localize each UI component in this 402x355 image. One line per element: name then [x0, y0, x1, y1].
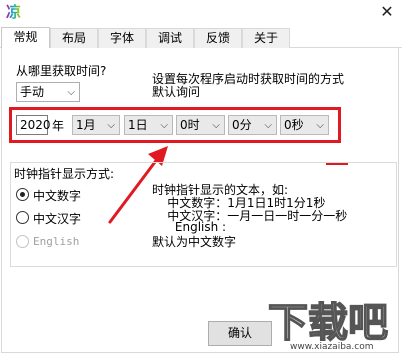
source-label: 从哪里获取时间?	[16, 64, 107, 78]
close-button[interactable]: ✕	[376, 2, 398, 22]
title-bar	[0, 0, 402, 26]
tab-about[interactable]: 关于	[242, 28, 290, 48]
tab-font[interactable]: 字体	[98, 28, 146, 48]
source-select[interactable]: 手动 ⌵	[16, 82, 80, 102]
radio-chinese-characters-label[interactable]: 中文汉字	[33, 210, 81, 227]
app-logo-icon: 凉	[6, 3, 24, 21]
chevron-down-icon: ⌵	[67, 87, 75, 98]
tab-feedback[interactable]: 反馈	[194, 28, 242, 48]
watermark-text: 下载吧	[268, 300, 388, 346]
annotation-highlight-box	[9, 107, 341, 143]
radio-english	[16, 235, 29, 248]
tab-debug[interactable]: 调试	[146, 28, 194, 48]
watermark-url: www.xiazaiba.com	[290, 342, 374, 352]
desc-line-5: 默认为中文数字	[152, 235, 237, 249]
tab-general[interactable]: 常规	[1, 27, 50, 48]
radio-english-label: English	[33, 235, 80, 248]
radio-chinese-digits[interactable]	[16, 188, 29, 201]
watermark-logo: 下载吧	[267, 299, 389, 347]
source-select-value: 手动	[20, 85, 45, 99]
ok-button[interactable]: 确认	[208, 321, 272, 346]
desc-line-4: English :	[152, 220, 227, 234]
radio-chinese-digits-label[interactable]: 中文数字	[33, 187, 81, 204]
source-hint-line2: 默认询问	[152, 85, 201, 99]
clock-format-title: 时钟指针显示方式:	[14, 167, 115, 181]
tab-layout[interactable]: 布局	[50, 28, 98, 48]
radio-chinese-characters[interactable]	[16, 211, 29, 224]
